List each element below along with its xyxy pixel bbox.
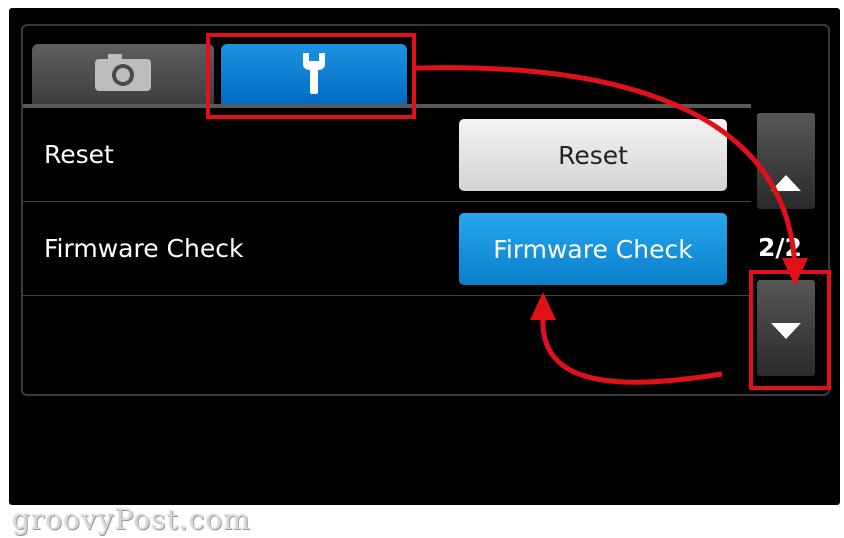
arrowhead-up xyxy=(530,292,556,320)
watermark: groovyPost.com xyxy=(12,503,251,536)
arrow-tab-to-scroll xyxy=(415,65,798,271)
arrowhead-down xyxy=(782,258,808,286)
arrow-scroll-to-firmware xyxy=(540,317,723,385)
annotation-arrows xyxy=(415,65,808,385)
